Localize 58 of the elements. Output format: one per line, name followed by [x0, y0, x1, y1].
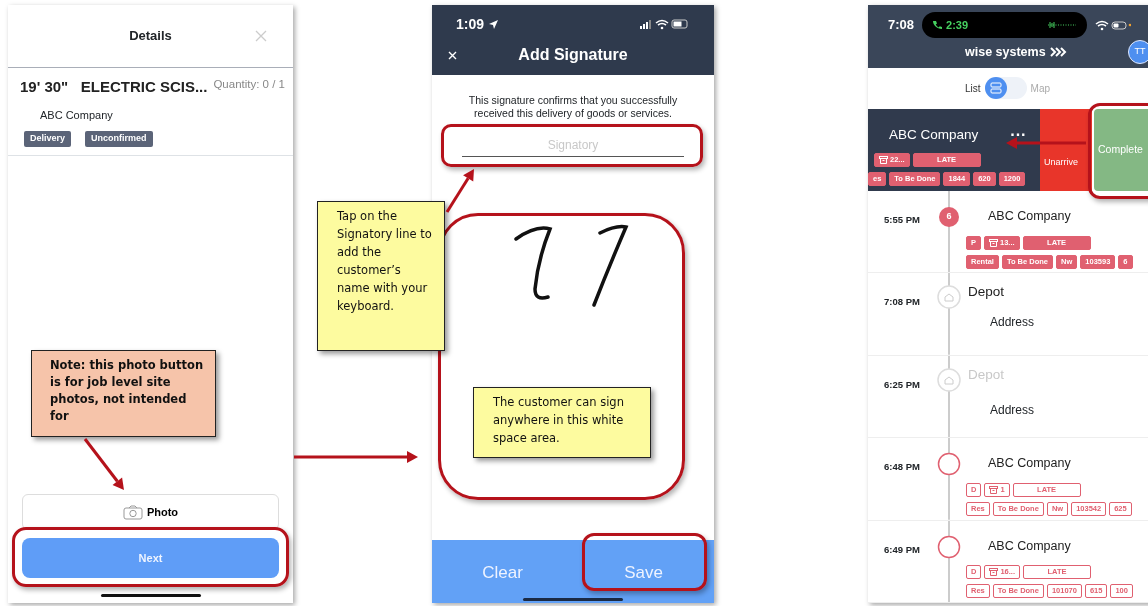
stop-time: 6:49 PM	[883, 542, 921, 557]
callout-note: The customer can sign anywhere in this white space area.	[473, 387, 651, 458]
list-view-icon	[984, 77, 1007, 100]
quantity-label: Quantity: 0 / 1	[213, 77, 285, 92]
close-icon	[255, 30, 267, 42]
view-toggle[interactable]	[984, 77, 1027, 100]
box-icon	[989, 485, 999, 494]
location-arrow-icon	[488, 18, 500, 30]
close-icon	[448, 50, 457, 60]
callout-arrow	[445, 169, 474, 213]
photo-button[interactable]: Photo	[22, 494, 279, 530]
more-menu[interactable]: ···	[1010, 123, 1027, 148]
stop-name: ABC Company	[987, 207, 1072, 225]
view-option-label[interactable]: List	[965, 80, 981, 96]
swipe-action[interactable]: Unarrive	[1040, 109, 1092, 191]
stop-name: ABC Company	[987, 455, 1072, 473]
stop-number-marker: 6	[939, 206, 959, 227]
box-icon	[989, 568, 999, 577]
stop-address: Address	[989, 401, 1036, 419]
phone-icon	[932, 20, 943, 30]
item-name: 19' 30" ELECTRIC SCIS...	[20, 77, 208, 97]
call-indicator: 2:39	[922, 12, 1088, 38]
screen-title: Add Signature	[517, 45, 629, 65]
callout-arrow	[83, 438, 124, 490]
status-tag: Delivery	[24, 131, 72, 147]
next-button[interactable]: Next	[22, 538, 279, 578]
box-icon	[879, 156, 888, 165]
callout-note: Note: this photo button is for job level site photos, not intended for	[31, 350, 216, 437]
stop-circle-icon	[937, 452, 961, 477]
stop-circle-icon	[937, 534, 961, 559]
stop-name: ABC Company	[889, 126, 979, 145]
stop-time: 7:08 PM	[883, 295, 921, 310]
status-icons	[640, 18, 690, 30]
brand-name: wise systems	[965, 43, 1046, 61]
status-icons	[1095, 19, 1132, 31]
footer-button[interactable]: Save	[573, 540, 714, 598]
box-icon	[989, 238, 998, 247]
stop-address: Address	[989, 314, 1036, 332]
house-icon	[937, 367, 961, 392]
confirmation-message: This signature confirms that you successfully received this delivery of goods or services.	[467, 94, 679, 120]
status-tag: Unconfirmed	[85, 131, 153, 147]
screen-title: Details	[129, 27, 172, 46]
status-time: 1:09	[456, 14, 485, 34]
stop-name: Depot	[967, 283, 1006, 302]
swipe-action[interactable]: Complete	[1094, 109, 1148, 191]
view-option-label[interactable]: Map	[1030, 80, 1050, 96]
stop-time: 6:25 PM	[883, 377, 921, 392]
customer-name: ABC Company	[39, 107, 114, 123]
house-icon	[937, 285, 961, 310]
camera-icon	[122, 504, 143, 520]
stop-name: ABC Company	[987, 537, 1072, 555]
stop-time: 5:55 PM	[883, 212, 921, 227]
callout-note: Tap on the Signatory line to add the customer’s name with your keyboard.	[317, 201, 445, 351]
chevrons-icon	[1048, 47, 1069, 57]
status-time: 7:08	[888, 16, 915, 35]
stop-time: 6:48 PM	[883, 460, 921, 475]
avatar: TT	[1128, 40, 1148, 64]
footer-button[interactable]: Clear	[432, 540, 573, 598]
